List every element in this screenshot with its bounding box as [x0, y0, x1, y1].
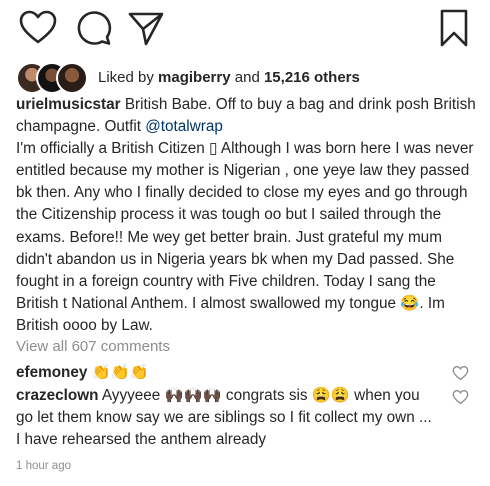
comment-username[interactable]: efemoney — [16, 364, 87, 381]
avatar[interactable] — [56, 62, 88, 94]
likes-prefix: Liked by — [98, 68, 154, 86]
liker-username[interactable]: magiberry — [158, 69, 231, 86]
likes-row: Liked by magiberry and 15,216 others — [16, 60, 360, 94]
caption-mention[interactable]: @totalwrap — [145, 118, 223, 135]
share-button[interactable] — [126, 8, 166, 48]
save-button[interactable] — [434, 8, 474, 48]
bookmark-icon — [440, 9, 468, 47]
like-button[interactable] — [18, 8, 58, 48]
comment-like-button[interactable] — [452, 365, 469, 382]
post-timestamp: 1 hour ago — [16, 460, 71, 472]
action-bar — [0, 0, 490, 56]
heart-icon — [452, 366, 469, 381]
heart-icon — [19, 10, 57, 44]
laughing-emoji: 😂 — [400, 294, 420, 312]
caption-body: I'm officially a British Citizen ▯ Altho… — [16, 140, 474, 312]
comment-item: crazeclown Ayyyeee 🙌🏿🙌🏿🙌🏿 congrats sis 😩… — [16, 385, 436, 451]
raised-hands-emoji: 🙌🏿🙌🏿🙌🏿 — [164, 387, 222, 404]
comment-text: congrats sis — [221, 387, 312, 404]
weary-face-emoji: 😩😩 — [311, 387, 350, 404]
comment-icon — [77, 11, 112, 45]
comment-button[interactable] — [74, 8, 114, 48]
post-caption: urielmusicstar British Babe. Off to buy … — [16, 94, 476, 337]
likes-connector: and — [234, 68, 260, 86]
comment-like-button[interactable] — [452, 389, 469, 406]
likes-count[interactable]: 15,216 others — [264, 69, 360, 86]
comment-item: efemoney 👏👏👏 — [16, 362, 436, 384]
comment-username[interactable]: crazeclown — [16, 387, 98, 404]
comment-text: Ayyyeee — [101, 387, 165, 404]
caption-username[interactable]: urielmusicstar — [16, 96, 121, 113]
paper-plane-icon — [128, 12, 164, 46]
liker-avatars — [16, 62, 90, 94]
clapping-emoji: 👏👏👏 — [91, 364, 149, 381]
heart-icon — [452, 390, 469, 405]
view-all-comments-link[interactable]: View all 607 comments — [16, 338, 170, 355]
